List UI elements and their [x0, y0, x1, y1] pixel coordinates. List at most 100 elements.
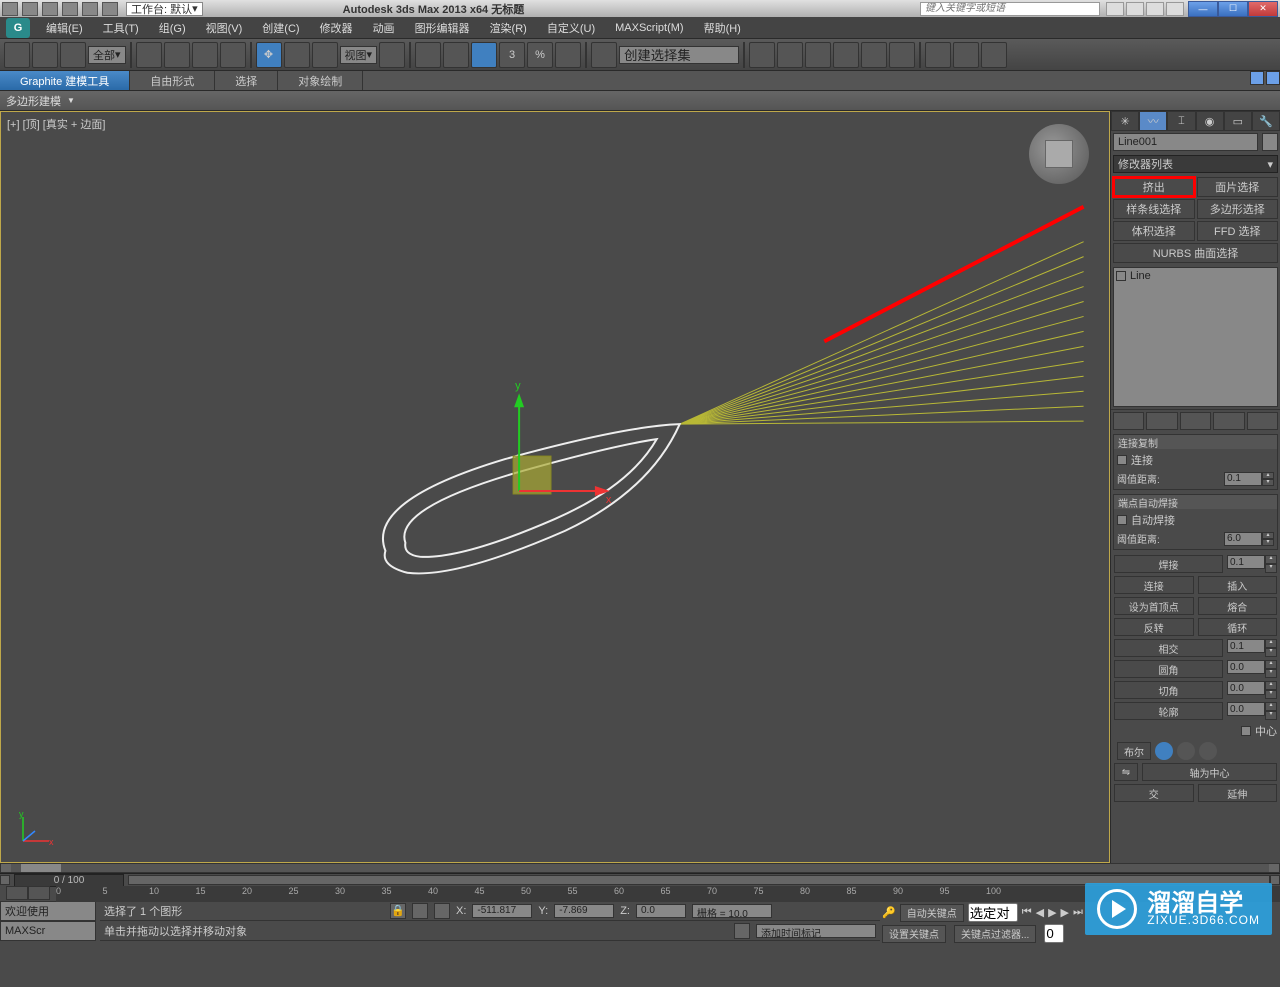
key-filters-button[interactable]: 关键点过滤器... — [954, 925, 1036, 943]
menu-tools[interactable]: 工具(T) — [93, 17, 149, 39]
lock-selection-icon[interactable]: 🔒 — [390, 903, 406, 919]
chevron-down-icon[interactable]: ▼ — [67, 96, 75, 105]
threshold-spinner2[interactable]: ▴▾ — [1224, 532, 1274, 546]
minimize-button[interactable]: — — [1188, 1, 1218, 17]
insert-button[interactable]: 插入 — [1198, 576, 1278, 594]
create-tab-icon[interactable]: ✳ — [1111, 111, 1139, 131]
z-coord-field[interactable] — [636, 904, 686, 918]
binoculars-icon[interactable] — [1126, 2, 1144, 16]
redo-icon[interactable] — [82, 2, 98, 16]
select-region-icon[interactable] — [192, 42, 218, 68]
close-button[interactable]: ✕ — [1248, 1, 1278, 17]
reverse-button[interactable]: 反转 — [1114, 618, 1194, 636]
add-time-tag[interactable]: 添加时间标记 — [756, 924, 876, 938]
bool-intersect-icon[interactable] — [1199, 742, 1217, 760]
unlink-icon[interactable] — [32, 42, 58, 68]
maxscript-listener[interactable]: MAXScr — [0, 921, 96, 941]
angle-snap-icon[interactable]: 3 — [499, 42, 525, 68]
modify-tab-icon[interactable]: 〰 — [1139, 111, 1167, 131]
new-icon[interactable] — [2, 2, 18, 16]
configure-sets-icon[interactable] — [1247, 412, 1278, 430]
modifier-poly-select[interactable]: 多边形选择 — [1197, 199, 1279, 219]
bind-spacewarp-icon[interactable] — [60, 42, 86, 68]
ribbon-tab-freeform[interactable]: 自由形式 — [130, 71, 215, 90]
time-icon2[interactable] — [28, 886, 50, 900]
bool-union-icon[interactable] — [1155, 742, 1173, 760]
set-key-button[interactable]: 设置关键点 — [882, 925, 946, 943]
curve-editor-icon[interactable] — [833, 42, 859, 68]
outline-spinner[interactable]: ▴▾ — [1227, 702, 1277, 720]
select-scale-icon[interactable] — [312, 42, 338, 68]
rendered-fb-icon[interactable] — [953, 42, 979, 68]
remove-modifier-icon[interactable] — [1213, 412, 1244, 430]
absolute-mode-icon[interactable] — [412, 903, 428, 919]
scroll-left-icon[interactable] — [1, 864, 11, 872]
use-pivot-icon[interactable] — [379, 42, 405, 68]
modifier-nurbs-select[interactable]: NURBS 曲面选择 — [1113, 243, 1278, 263]
select-by-name-icon[interactable] — [164, 42, 190, 68]
menu-animation[interactable]: 动画 — [363, 17, 405, 39]
modifier-volume-select[interactable]: 体积选择 — [1113, 221, 1195, 241]
ribbon-opt1-icon[interactable] — [1250, 71, 1264, 85]
schematic-view-icon[interactable] — [861, 42, 887, 68]
viewport-scrollbar-h[interactable] — [0, 863, 1280, 873]
play-icon[interactable]: ▶ — [1048, 906, 1056, 919]
modifier-spline-select[interactable]: 样条线选择 — [1113, 199, 1195, 219]
modifier-ffd-select[interactable]: FFD 选择 — [1197, 221, 1279, 241]
menu-edit[interactable]: 编辑(E) — [36, 17, 93, 39]
menu-rendering[interactable]: 渲染(R) — [480, 17, 537, 39]
sel-obj-field[interactable] — [968, 903, 1018, 922]
chamfer-spinner[interactable]: ▴▾ — [1227, 681, 1277, 699]
set-first-button[interactable]: 设为首顶点 — [1114, 597, 1194, 615]
motion-tab-icon[interactable]: ◉ — [1196, 111, 1224, 131]
fillet-spinner[interactable]: ▴▾ — [1227, 660, 1277, 678]
fuse-button[interactable]: 熔合 — [1198, 597, 1278, 615]
ribbon-tab-graphite[interactable]: Graphite 建模工具 — [0, 71, 130, 90]
stack-item-line[interactable]: Line — [1116, 270, 1275, 282]
extend-button[interactable]: 延伸 — [1198, 784, 1278, 802]
select-move-icon[interactable]: ✥ — [256, 42, 282, 68]
threshold-spinner[interactable]: ▴▾ — [1224, 472, 1274, 486]
stack-expand-icon[interactable] — [1116, 271, 1126, 281]
bool-subtract-icon[interactable] — [1177, 742, 1195, 760]
search-go-icon[interactable] — [1106, 2, 1124, 16]
layer-manager-icon[interactable] — [805, 42, 831, 68]
pin-stack-icon[interactable] — [1113, 412, 1144, 430]
xyz-icon[interactable] — [434, 903, 450, 919]
auto-key-button[interactable]: 自动关键点 — [900, 904, 964, 922]
keyboard-shortcut-icon[interactable] — [443, 42, 469, 68]
menu-maxscript[interactable]: MAXScript(M) — [605, 17, 693, 39]
window-crossing-icon[interactable] — [220, 42, 246, 68]
utilities-tab-icon[interactable]: 🔧 — [1252, 111, 1280, 131]
intersect-spinner[interactable]: ▴▾ — [1227, 639, 1277, 657]
time-tag-icon[interactable] — [734, 923, 750, 939]
named-selection-input[interactable] — [619, 46, 739, 64]
intersect-button[interactable]: 相交 — [1114, 639, 1223, 657]
modifier-stack[interactable]: Line — [1113, 267, 1278, 407]
menu-group[interactable]: 组(G) — [149, 17, 196, 39]
rollout-header[interactable]: 端点自动焊接 — [1114, 495, 1277, 509]
snap-toggle-icon[interactable] — [471, 42, 497, 68]
scrollbar-thumb[interactable] — [21, 864, 61, 872]
show-end-result-icon[interactable] — [1146, 412, 1177, 430]
align-icon[interactable] — [777, 42, 803, 68]
scroll-right-icon[interactable] — [1269, 864, 1279, 872]
object-name-field[interactable]: Line001 — [1113, 133, 1258, 151]
play-next-icon[interactable]: ▶ — [1061, 906, 1069, 919]
rollout-header[interactable]: 连接复制 — [1114, 435, 1277, 449]
menu-create[interactable]: 创建(C) — [252, 17, 309, 39]
selection-filter-dropdown[interactable]: 全部 ▾ — [88, 46, 126, 64]
time-frame-label[interactable]: 0 / 100 — [14, 874, 124, 887]
connect-button[interactable]: 连接 — [1114, 576, 1194, 594]
ribbon-opt2-icon[interactable] — [1266, 71, 1280, 85]
select-rotate-icon[interactable] — [284, 42, 310, 68]
ribbon-subtab-polymodel[interactable]: 多边形建模 — [6, 93, 61, 109]
ribbon-tab-paint[interactable]: 对象绘制 — [278, 71, 363, 90]
time-icon1[interactable] — [6, 886, 28, 900]
modifier-extrude[interactable]: 挤出 — [1113, 177, 1195, 197]
undo-icon[interactable] — [62, 2, 78, 16]
spinner-snap-icon[interactable] — [555, 42, 581, 68]
help-search-input[interactable] — [920, 2, 1100, 16]
select-object-icon[interactable] — [136, 42, 162, 68]
viewport[interactable]: [+] [顶] [真实 + 边面] — [0, 111, 1110, 863]
